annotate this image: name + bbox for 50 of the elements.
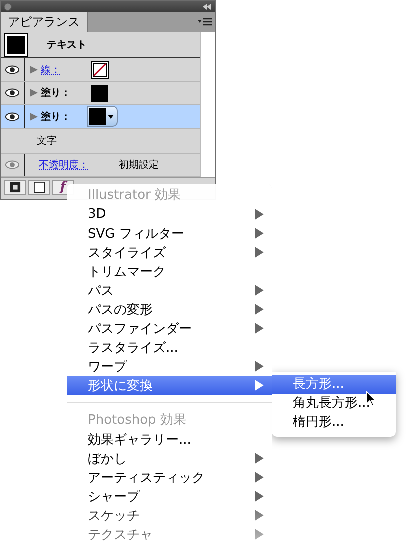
menu-item[interactable]: アーティスティック — [67, 468, 272, 487]
expand-triangle-icon[interactable] — [30, 112, 38, 121]
expand-triangle-icon[interactable] — [30, 66, 38, 74]
eye-icon[interactable] — [5, 112, 20, 122]
fill-dropdown[interactable] — [87, 106, 118, 128]
collapse-icon[interactable] — [202, 4, 212, 10]
menu-item[interactable]: ぼかし — [67, 449, 272, 468]
menu-item[interactable]: シャープ — [67, 487, 272, 506]
close-icon[interactable] — [4, 2, 12, 10]
menu-section-header: Photoshop 効果 — [88, 412, 186, 430]
eye-icon[interactable] — [5, 88, 20, 98]
filled-square-icon — [10, 182, 20, 193]
menu-item[interactable]: ラスタライズ... — [67, 338, 272, 357]
menu-item[interactable]: トリムマーク — [67, 262, 272, 281]
menu-item[interactable]: 楕円形... — [272, 413, 396, 432]
pointer-cursor-icon — [366, 391, 376, 407]
object-label: テキスト — [47, 38, 87, 52]
menu-item[interactable]: ワープ — [67, 357, 272, 376]
attribute-label: 塗り： — [41, 110, 72, 124]
panel-menu-icon[interactable] — [198, 18, 212, 26]
menu-item[interactable]: パスファインダー — [67, 319, 272, 338]
toolbar-button[interactable] — [4, 180, 26, 195]
attribute-label[interactable]: 線： — [41, 62, 87, 77]
appearance-row[interactable]: 線： — [1, 58, 200, 82]
menu-item[interactable]: 3D — [67, 205, 272, 224]
attribute-label: 塗り： — [41, 86, 72, 100]
menu-item[interactable]: テクスチャ — [67, 525, 272, 544]
scrollbar[interactable] — [200, 32, 215, 177]
toolbar-button[interactable] — [28, 180, 50, 195]
eye-icon[interactable] — [5, 64, 20, 75]
attribute-label[interactable]: 不透明度： — [39, 158, 111, 172]
appearance-row[interactable]: テキスト — [1, 32, 200, 58]
menu-item[interactable]: 角丸長方形... — [272, 394, 396, 413]
dropdown-arrow-icon — [108, 114, 114, 119]
opacity-value: 初期設定 — [119, 158, 159, 172]
menu-item[interactable]: パスの変形 — [67, 300, 272, 319]
square-icon — [34, 182, 44, 193]
group-label: 文字 — [37, 134, 57, 148]
menu-item[interactable]: 長方形... — [272, 375, 396, 394]
object-swatch — [5, 34, 27, 56]
menu-item[interactable]: スケッチ — [67, 506, 272, 525]
menu-item[interactable]: パス — [67, 281, 272, 300]
menu-item[interactable]: 形状に変換 — [67, 376, 272, 395]
menu-item[interactable]: 効果ギャラリー... — [67, 430, 272, 449]
appearance-row[interactable]: 塗り： — [1, 105, 200, 129]
menu-item[interactable]: スタイライズ — [67, 243, 272, 262]
menu-section-header: Illustrator 効果 — [88, 187, 182, 205]
panel-tab[interactable]: アピアランス — [1, 12, 88, 32]
menu-item[interactable]: SVG フィルター — [67, 224, 272, 243]
expand-triangle-icon[interactable] — [30, 89, 38, 98]
